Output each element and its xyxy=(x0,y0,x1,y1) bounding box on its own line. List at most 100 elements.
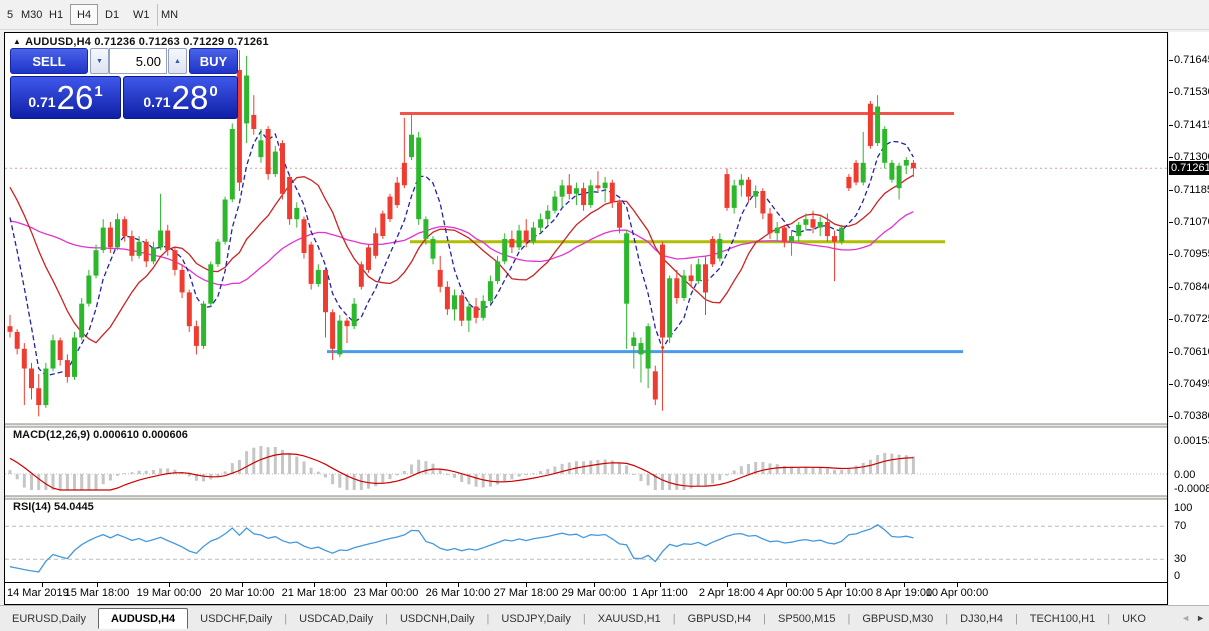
time-tick xyxy=(526,583,527,587)
time-label: 14 Mar 2019 xyxy=(7,587,69,599)
volume-down-button[interactable]: ▼ xyxy=(90,48,109,74)
time-tick xyxy=(660,583,661,587)
time-label: 8 Apr 19:00 xyxy=(876,587,932,599)
time-tick xyxy=(97,583,98,587)
price-tick-dash xyxy=(1169,416,1173,417)
buy-price-sup: 0 xyxy=(209,83,217,100)
tab-gbpusd-m30[interactable]: GBPUSD,M30 xyxy=(850,609,945,630)
time-label: 5 Apr 10:00 xyxy=(817,587,873,599)
sell-price-sup: 1 xyxy=(94,83,102,100)
time-label: 19 Mar 00:00 xyxy=(137,587,202,599)
timeframe-button-H4[interactable]: H4 xyxy=(70,4,98,25)
tab-gbpusd-h4[interactable]: GBPUSD,H4 xyxy=(676,609,764,630)
time-axis: 14 Mar 201915 Mar 18:00 19 Mar 00:00 20 Ma… xyxy=(5,582,1167,604)
symbol-tab-bar: EURUSD,DailyAUDUSD,H4USDCHF,Daily|USDCAD… xyxy=(0,605,1209,631)
tab-xauusd-h1[interactable]: XAUUSD,H1 xyxy=(586,609,673,630)
price-tick-dash xyxy=(1169,222,1173,223)
price-tick-dash xyxy=(1169,352,1173,353)
time-tick xyxy=(594,583,595,587)
time-label: 10 Apr 00:00 xyxy=(926,587,988,599)
sell-price[interactable]: 0.71 26 1 xyxy=(10,76,121,119)
timeframe-button-MN[interactable]: MN xyxy=(154,4,185,25)
price-tick: 0.70955 xyxy=(1174,248,1209,260)
time-label: 1 Apr 11:00 xyxy=(632,587,687,599)
price-tick: 0.70725 xyxy=(1174,313,1209,325)
tab-tech100-h1[interactable]: TECH100,H1 xyxy=(1018,609,1107,630)
timeframe-toolbar: 5M30H1H4D1W1MN xyxy=(0,0,1209,30)
time-tick xyxy=(727,583,728,587)
price-tick-dash xyxy=(1169,319,1173,320)
time-tick xyxy=(845,583,846,587)
tab-usdchf-daily[interactable]: USDCHF,Daily xyxy=(188,609,284,630)
tab-dj30-h4[interactable]: DJ30,H4 xyxy=(948,609,1015,630)
buy-price-small: 0.71 xyxy=(143,94,170,110)
tab-usdcnh-daily[interactable]: USDCNH,Daily xyxy=(388,609,487,630)
sell-price-small: 0.71 xyxy=(28,94,55,110)
time-label: 21 Mar 18:00 xyxy=(282,587,347,599)
macd-tick: 0.00 xyxy=(1174,469,1195,481)
time-tick xyxy=(458,583,459,587)
price-tick: 0.71415 xyxy=(1174,119,1209,131)
collapse-triangle-icon[interactable]: ▲ xyxy=(13,37,21,46)
price-axis: 0.716450.715300.714150.713000.711850.710… xyxy=(1169,32,1209,605)
tab-eurusd-daily[interactable]: EURUSD,Daily xyxy=(0,609,98,630)
price-tick-dash xyxy=(1169,384,1173,385)
time-label: 20 Mar 10:00 xyxy=(210,587,275,599)
tab-usdjpy-daily[interactable]: USDJPY,Daily xyxy=(489,609,583,630)
rsi-label: RSI(14) 54.0445 xyxy=(13,501,94,513)
rsi-tick: 70 xyxy=(1174,520,1186,532)
price-tick: 0.70610 xyxy=(1174,346,1209,358)
time-label: 29 Mar 00:00 xyxy=(562,587,627,599)
current-price-badge: 0.71261 xyxy=(1169,161,1209,175)
price-tick: 0.71070 xyxy=(1174,216,1209,228)
time-label: 4 Apr 00:00 xyxy=(758,587,814,599)
timeframe-button-W1[interactable]: W1 xyxy=(126,4,157,25)
tab-audusd-h4[interactable]: AUDUSD,H4 xyxy=(98,608,188,629)
time-tick xyxy=(957,583,958,587)
price-tick: 0.70380 xyxy=(1174,410,1209,422)
time-tick xyxy=(386,583,387,587)
tab-uko[interactable]: UKO xyxy=(1110,609,1158,630)
time-label: 27 Mar 18:00 xyxy=(494,587,559,599)
time-tick xyxy=(904,583,905,587)
macd-tick: -0.000835 xyxy=(1174,483,1209,495)
price-tick-dash xyxy=(1169,254,1173,255)
rsi-tick: 0 xyxy=(1174,570,1180,582)
ohlc-line: AUDUSD,H4 0.71236 0.71263 0.71229 0.7126… xyxy=(25,36,269,48)
price-tick-dash xyxy=(1169,125,1173,126)
price-tick: 0.70495 xyxy=(1174,378,1209,390)
tab-scroll-left-icon[interactable]: ◄ xyxy=(1181,613,1190,623)
buy-price[interactable]: 0.71 28 0 xyxy=(123,76,238,119)
buy-button[interactable]: BUY xyxy=(189,48,238,74)
sell-button[interactable]: SELL xyxy=(10,48,88,74)
tab-scroll-right-icon[interactable]: ► xyxy=(1196,613,1205,623)
chart-window[interactable]: ▲AUDUSD,H4 0.71236 0.71263 0.71229 0.712… xyxy=(4,32,1168,605)
timeframe-button-D1[interactable]: D1 xyxy=(98,4,126,25)
volume-up-button[interactable]: ▲ xyxy=(168,48,187,74)
price-tick-dash xyxy=(1169,157,1173,158)
time-label: 23 Mar 00:00 xyxy=(354,587,419,599)
price-tick-dash xyxy=(1169,190,1173,191)
volume-input[interactable] xyxy=(109,48,167,74)
price-tick: 0.71530 xyxy=(1174,86,1209,98)
buy-price-big: 28 xyxy=(172,83,209,113)
time-tick xyxy=(169,583,170,587)
tab-scroll-arrows: ◄► xyxy=(1181,613,1205,623)
sell-price-big: 26 xyxy=(57,83,94,113)
rsi-tick: 30 xyxy=(1174,553,1186,565)
price-tick: 0.71645 xyxy=(1174,54,1209,66)
price-tick-dash xyxy=(1169,287,1173,288)
timeframe-button-H1[interactable]: H1 xyxy=(42,4,70,25)
time-label: 26 Mar 10:00 xyxy=(426,587,491,599)
time-label: 15 Mar 18:00 xyxy=(65,587,130,599)
time-label: 2 Apr 18:00 xyxy=(699,587,755,599)
price-tick-dash xyxy=(1169,60,1173,61)
trade-panel: SELL ▼ ▲ BUY 0.71 26 1 0.71 28 0 xyxy=(10,48,238,119)
tab-sp500-m15[interactable]: SP500,M15 xyxy=(766,609,847,630)
chart-title: ▲ AUDUSD,H4 0.71236 0.71263 0.71229 0.712… xyxy=(13,36,269,48)
price-tick: 0.71185 xyxy=(1174,184,1209,196)
price-tick: 0.70840 xyxy=(1174,281,1209,293)
macd-label: MACD(12,26,9) 0.000610 0.000606 xyxy=(13,429,188,441)
time-tick xyxy=(42,583,43,587)
tab-usdcad-daily[interactable]: USDCAD,Daily xyxy=(287,609,385,630)
